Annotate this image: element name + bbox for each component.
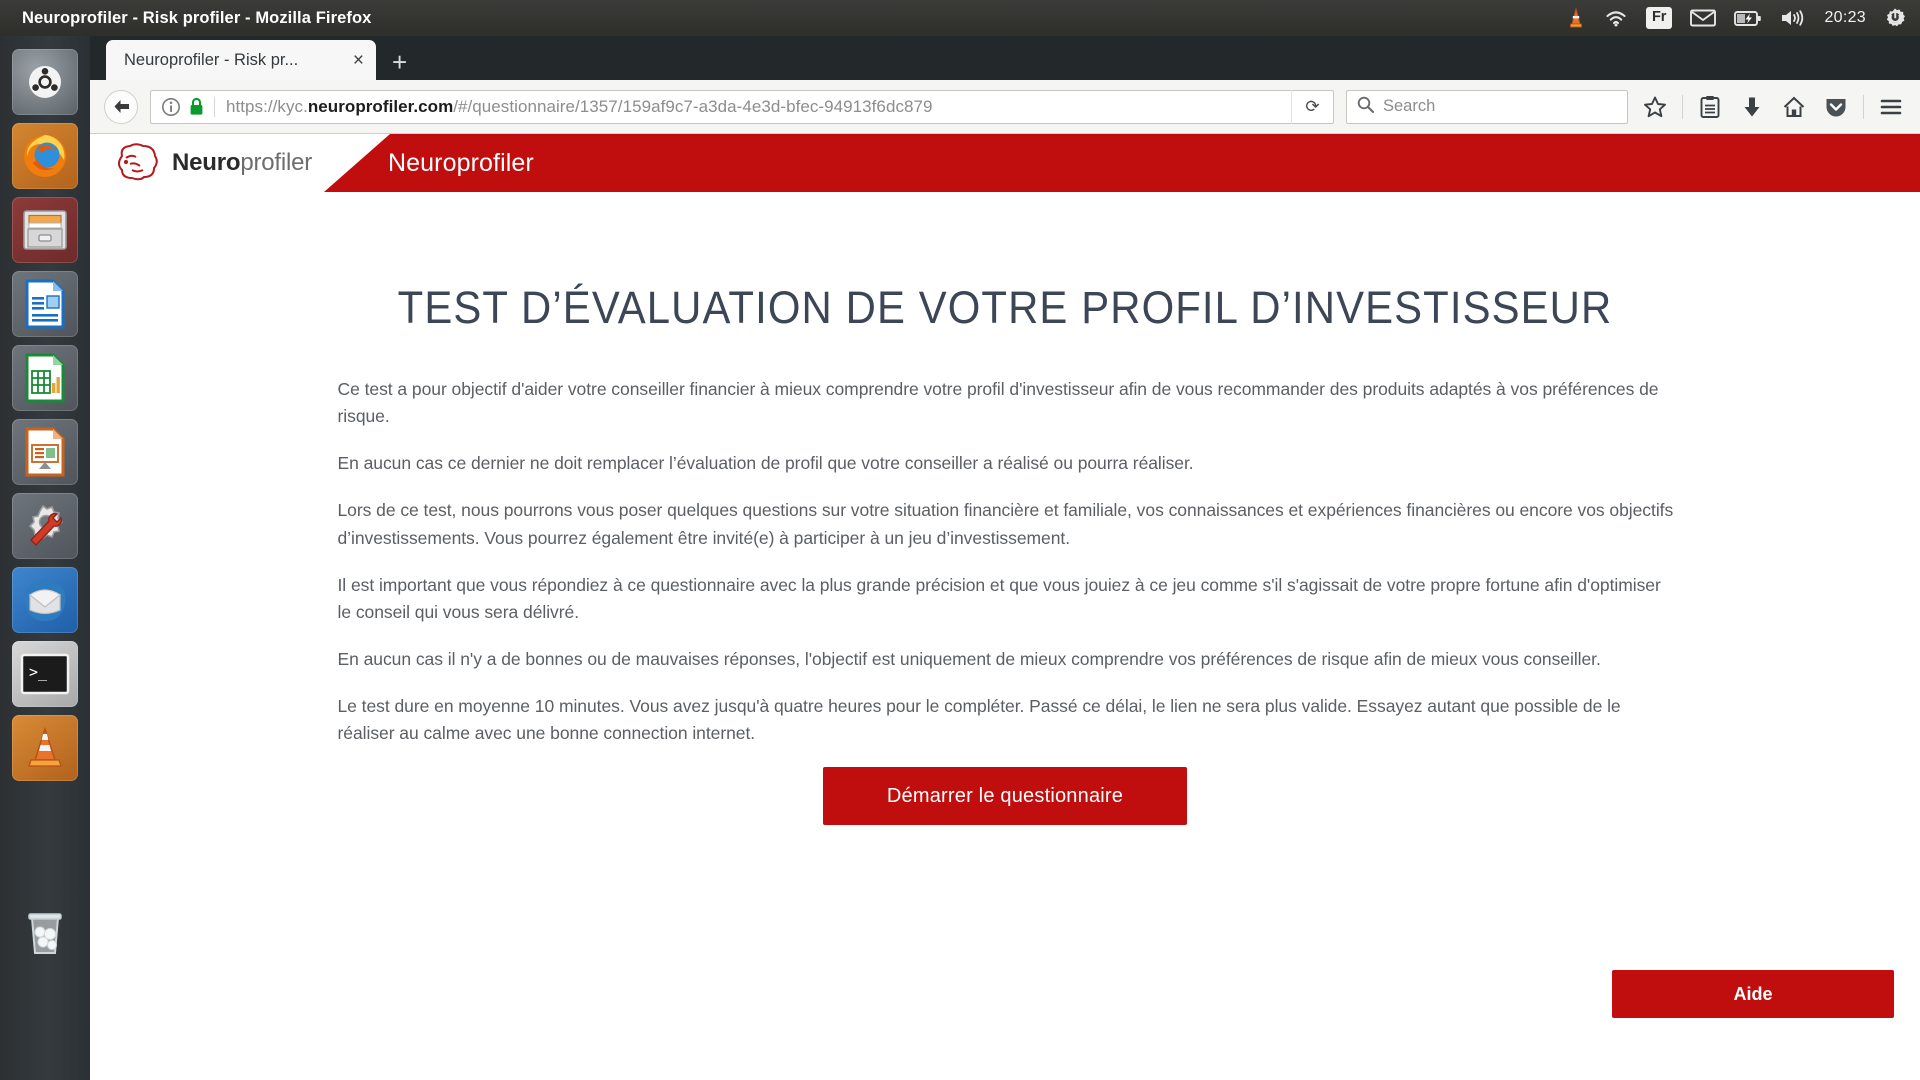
clock[interactable]: 20:23 xyxy=(1824,0,1866,36)
gear-wrench-icon xyxy=(28,504,64,547)
url-bar[interactable]: https://kyc.neuroprofiler.com/#/question… xyxy=(150,89,1334,124)
pocket-icon[interactable] xyxy=(1821,92,1851,122)
url-text: https://kyc.neuroprofiler.com/#/question… xyxy=(226,97,933,117)
browser-tab[interactable]: Neuroprofiler - Risk pr... × xyxy=(106,40,376,80)
thunderbird-logo-icon xyxy=(24,579,66,621)
svg-text:>_: >_ xyxy=(29,663,48,681)
launcher-item-libreoffice-calc[interactable] xyxy=(12,345,78,411)
bookmark-star-icon[interactable] xyxy=(1640,92,1670,122)
launcher-item-ubuntu-dash[interactable] xyxy=(12,49,78,115)
home-icon[interactable] xyxy=(1779,92,1809,122)
intro-paragraph: En aucun cas il n'y a de bonnes ou de ma… xyxy=(337,648,1601,669)
back-button[interactable] xyxy=(104,89,138,124)
logo-bold: Neuro xyxy=(172,149,241,176)
brain-logo-icon xyxy=(118,143,158,181)
launcher-item-terminal[interactable]: >_ xyxy=(12,641,78,707)
url-scheme: https://kyc. xyxy=(226,96,308,116)
launcher-item-firefox[interactable] xyxy=(12,123,78,189)
ubuntu-logo-icon xyxy=(29,66,61,98)
tab-close-icon[interactable]: × xyxy=(353,51,364,70)
firefox-logo-icon xyxy=(24,135,66,177)
launcher-item-files[interactable] xyxy=(12,197,78,263)
intro-paragraph: Ce test a pour objectif d'aider votre co… xyxy=(337,379,1659,427)
help-button[interactable]: Aide xyxy=(1612,970,1894,1018)
intro-paragraphs: Ce test a pour objectif d'aider votre co… xyxy=(333,376,1678,747)
system-tray: Fr 20:23 xyxy=(1566,0,1920,36)
trash-icon xyxy=(28,913,62,954)
launcher-item-libreoffice-writer[interactable] xyxy=(12,271,78,337)
volume-icon[interactable] xyxy=(1780,0,1806,36)
calc-spreadsheet-icon xyxy=(25,353,65,403)
wifi-icon[interactable] xyxy=(1604,0,1628,36)
vlc-tray-icon[interactable] xyxy=(1566,0,1586,36)
lock-icon[interactable] xyxy=(189,97,204,116)
tab-strip: Neuroprofiler - Risk pr... × + xyxy=(90,36,1920,80)
navigation-toolbar: https://kyc.neuroprofiler.com/#/question… xyxy=(90,80,1920,134)
menu-hamburger-icon[interactable] xyxy=(1876,92,1906,122)
logo-light: profiler xyxy=(240,149,313,176)
unity-top-panel: Neuroprofiler - Risk profiler - Mozilla … xyxy=(0,0,1920,36)
intro-paragraph: Il est important que vous répondiez à ce… xyxy=(337,574,1661,622)
page-title: TEST D’ÉVALUATION DE VOTRE PROFIL D’INVE… xyxy=(397,282,1613,333)
power-gear-icon[interactable] xyxy=(1884,0,1906,36)
intro-paragraph: Le test dure en moyenne 10 minutes. Vous… xyxy=(337,696,1621,744)
keyboard-layout-indicator[interactable]: Fr xyxy=(1645,0,1673,36)
vlc-cone-icon xyxy=(28,726,62,767)
launcher-item-thunderbird[interactable] xyxy=(12,567,78,633)
site-header: Neuroprofiler Neuroprofiler xyxy=(90,134,1920,192)
arrow-left-icon xyxy=(114,100,129,113)
site-logo-text: Neuroprofiler xyxy=(172,149,312,177)
search-icon xyxy=(1357,96,1375,118)
search-input[interactable]: Search xyxy=(1383,97,1435,116)
url-path: /#/questionnaire/1357/159af9c7-a3da-4e3d… xyxy=(453,96,933,116)
reload-button[interactable]: ⟳ xyxy=(1291,89,1333,124)
launcher-item-libreoffice-impress[interactable] xyxy=(12,419,78,485)
launcher-item-trash[interactable] xyxy=(12,899,78,965)
url-domain: neuroprofiler.com xyxy=(307,96,454,116)
unity-launcher: >_ xyxy=(0,36,90,1080)
launcher-spacer xyxy=(0,789,90,899)
url-divider xyxy=(214,96,215,117)
start-questionnaire-button[interactable]: Démarrer le questionnaire xyxy=(823,767,1187,826)
toolbar-divider xyxy=(1682,94,1683,119)
intro-paragraph: Lors de ce test, nous pourrons vous pose… xyxy=(337,500,1674,548)
window-title: Neuroprofiler - Risk profiler - Mozilla … xyxy=(22,8,372,27)
page-content: TEST D’ÉVALUATION DE VOTRE PROFIL D’INVE… xyxy=(90,282,1920,1018)
site-logo[interactable]: Neuroprofiler xyxy=(90,134,390,192)
page-info-icon[interactable] xyxy=(161,97,181,117)
site-brand-name: Neuroprofiler xyxy=(388,148,534,177)
file-cabinet-icon xyxy=(23,210,67,250)
web-page: Neuroprofiler Neuroprofiler TEST D’ÉVALU… xyxy=(90,134,1920,1080)
search-bar[interactable]: Search xyxy=(1346,89,1628,124)
terminal-icon: >_ xyxy=(20,653,70,695)
intro-paragraph: En aucun cas ce dernier ne doit remplace… xyxy=(337,453,1194,474)
launcher-item-system-settings[interactable] xyxy=(12,493,78,559)
downloads-icon[interactable] xyxy=(1737,92,1767,122)
impress-presentation-icon xyxy=(25,427,65,477)
mail-icon[interactable] xyxy=(1690,0,1717,36)
firefox-window: Neuroprofiler - Risk pr... × + https://k… xyxy=(90,36,1920,1080)
writer-document-icon xyxy=(25,279,65,329)
battery-icon[interactable] xyxy=(1734,0,1762,36)
reader-list-icon[interactable] xyxy=(1695,92,1725,122)
launcher-item-vlc[interactable] xyxy=(12,715,78,781)
new-tab-button[interactable]: + xyxy=(392,49,407,75)
tab-title: Neuroprofiler - Risk pr... xyxy=(124,50,299,69)
toolbar-divider xyxy=(1863,94,1864,119)
